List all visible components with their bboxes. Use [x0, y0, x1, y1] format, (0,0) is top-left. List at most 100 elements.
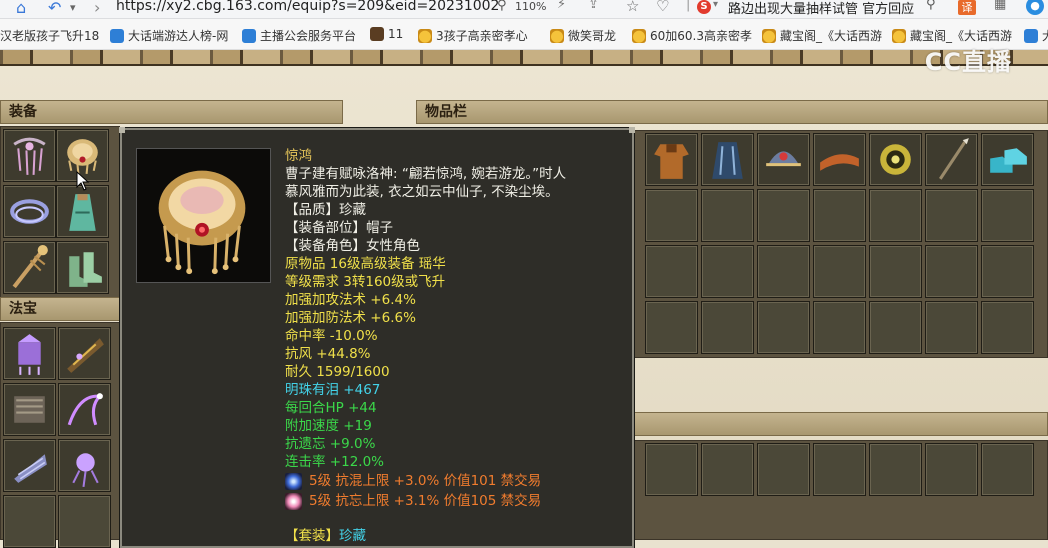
chevron-down-icon[interactable]: ▾ — [713, 0, 718, 10]
inventory-slot[interactable] — [813, 301, 866, 354]
forward-icon[interactable]: › — [94, 0, 100, 17]
inventory-slot[interactable] — [701, 443, 754, 496]
inventory-panel-title: 物品栏 — [416, 100, 1048, 124]
inventory-slot[interactable] — [757, 245, 810, 298]
boots-icon — [69, 252, 102, 287]
treasure-slot[interactable] — [58, 327, 111, 380]
inventory-slot[interactable] — [645, 443, 698, 496]
inventory-slot[interactable] — [645, 245, 698, 298]
grid-icon[interactable]: ▦ — [994, 0, 1006, 12]
inventory-slot[interactable] — [925, 189, 978, 242]
inventory-slot[interactable] — [925, 301, 978, 354]
globe-icon — [1024, 28, 1038, 43]
inventory-slot[interactable] — [869, 301, 922, 354]
inventory-slot[interactable] — [981, 189, 1034, 242]
rune-text: 5级 抗混上限 +3.0% 价值101 禁交易 — [309, 473, 542, 489]
inventory-slot[interactable] — [869, 133, 922, 186]
item-requirement: 等级需求 3转160级或飞升 — [285, 274, 446, 290]
inventory-slot[interactable] — [869, 245, 922, 298]
equip-slot[interactable] — [56, 185, 109, 238]
dropdown-icon[interactable]: ▾ — [70, 1, 76, 14]
search-input[interactable]: 路边出现大量抽样试管 官方回应 — [728, 0, 914, 17]
extension-icon[interactable]: ● — [1026, 0, 1044, 15]
heart-icon[interactable]: ♡ — [656, 0, 669, 15]
set-line: 【套装】珍藏 — [285, 527, 625, 545]
tooltip-text: 惊鸿 曹子建有赋咏洛神: “翩若惊鸿, 婉若游龙。”时人 慕风雅而为此装, 衣之… — [285, 147, 625, 545]
blue-gem-icon — [285, 472, 302, 490]
ring-icon — [10, 199, 49, 224]
bookmark-item[interactable]: 3孩子高亲密孝心 — [418, 27, 528, 44]
bookmark-item[interactable]: 汉老版孩子飞升18 — [0, 27, 99, 44]
inventory-slot[interactable] — [757, 443, 810, 496]
tooltip-corner — [629, 127, 635, 133]
fan-icon — [14, 454, 47, 483]
inventory-slot[interactable] — [813, 443, 866, 496]
staff-icon — [12, 245, 48, 289]
star-icon[interactable]: ☆ — [626, 0, 639, 15]
inventory-slot[interactable] — [981, 133, 1034, 186]
home-icon[interactable]: ⌂ — [16, 0, 26, 17]
url-field[interactable]: https://xy2.cbg.163.com/equip?s=209&eid=… — [116, 0, 499, 14]
search-icon[interactable]: ⚲ — [926, 0, 936, 12]
zoom-icon[interactable]: ⚲ — [497, 0, 507, 13]
equip-slot[interactable] — [3, 185, 56, 238]
inventory-slot[interactable] — [925, 443, 978, 496]
armor-icon — [654, 144, 689, 179]
inventory-slot[interactable] — [701, 245, 754, 298]
equip-slot[interactable] — [56, 241, 109, 294]
inventory-slot[interactable] — [981, 245, 1034, 298]
bookmark-item[interactable]: 大 — [1024, 27, 1048, 44]
bookmark-item[interactable]: 大话端游达人榜-网 — [110, 27, 228, 44]
inventory-slot[interactable] — [813, 245, 866, 298]
inventory-slot[interactable] — [981, 443, 1034, 496]
inventory-slot[interactable] — [813, 133, 866, 186]
set-value: 珍藏 — [339, 528, 366, 544]
translate-button[interactable]: 译 — [958, 0, 976, 15]
item-stat: 命中率 -10.0% — [285, 328, 378, 344]
share-icon[interactable]: ⇪ — [588, 0, 599, 12]
search-engine-icon[interactable]: S — [697, 0, 711, 14]
back-icon[interactable]: ↶ — [48, 0, 61, 17]
bookmark-item[interactable]: 微笑哥龙 — [550, 27, 616, 44]
treasure-slot[interactable] — [58, 439, 111, 492]
equip-slot[interactable] — [3, 241, 56, 294]
inventory-slot[interactable] — [645, 189, 698, 242]
inventory-slot[interactable] — [925, 133, 978, 186]
bookmark-item[interactable]: 11 — [370, 27, 403, 41]
orb-icon — [72, 453, 99, 488]
item-bonus-stat: 连击率 +12.0% — [285, 454, 384, 470]
treasure-slot[interactable] — [58, 383, 111, 436]
lightning-icon[interactable]: ⚡ — [557, 0, 566, 12]
inventory-slot[interactable] — [869, 443, 922, 496]
treasure-slot[interactable] — [3, 327, 56, 380]
zoom-level[interactable]: 110% — [515, 0, 546, 13]
treasure-slot[interactable] — [3, 383, 56, 436]
inventory-slot[interactable] — [757, 133, 810, 186]
inventory-slot[interactable] — [701, 189, 754, 242]
inventory-slot[interactable] — [757, 189, 810, 242]
item-slot: 【装备部位】帽子 — [285, 220, 393, 236]
treasure-grid — [0, 322, 120, 548]
equip-slot[interactable] — [3, 129, 56, 182]
inventory-slot[interactable] — [701, 133, 754, 186]
inventory-slot[interactable] — [925, 245, 978, 298]
inventory-slot[interactable] — [645, 301, 698, 354]
inventory-slot[interactable] — [757, 301, 810, 354]
inventory-slot[interactable] — [869, 189, 922, 242]
inventory-slot[interactable] — [645, 133, 698, 186]
equip-grid — [0, 126, 120, 298]
treasure-slot[interactable] — [3, 495, 56, 548]
bookmark-item[interactable]: 主播公会服务平台 — [242, 27, 356, 44]
treasure-slot[interactable] — [58, 495, 111, 548]
necklace-icon — [13, 137, 46, 175]
item-stat: 加强加防法术 +6.6% — [285, 310, 416, 326]
bookmark-item[interactable]: 60加60.3高亲密孝 — [632, 27, 752, 44]
spear-icon — [939, 138, 969, 180]
bookmark-item[interactable]: 藏宝阁_《大话西游 — [762, 27, 882, 44]
treasure-slot[interactable] — [3, 439, 56, 492]
inventory-slot[interactable] — [813, 189, 866, 242]
chick-icon — [762, 28, 776, 43]
inventory-slot[interactable] — [701, 301, 754, 354]
inventory-slot[interactable] — [981, 301, 1034, 354]
item-role: 【装备角色】女性角色 — [285, 238, 420, 254]
